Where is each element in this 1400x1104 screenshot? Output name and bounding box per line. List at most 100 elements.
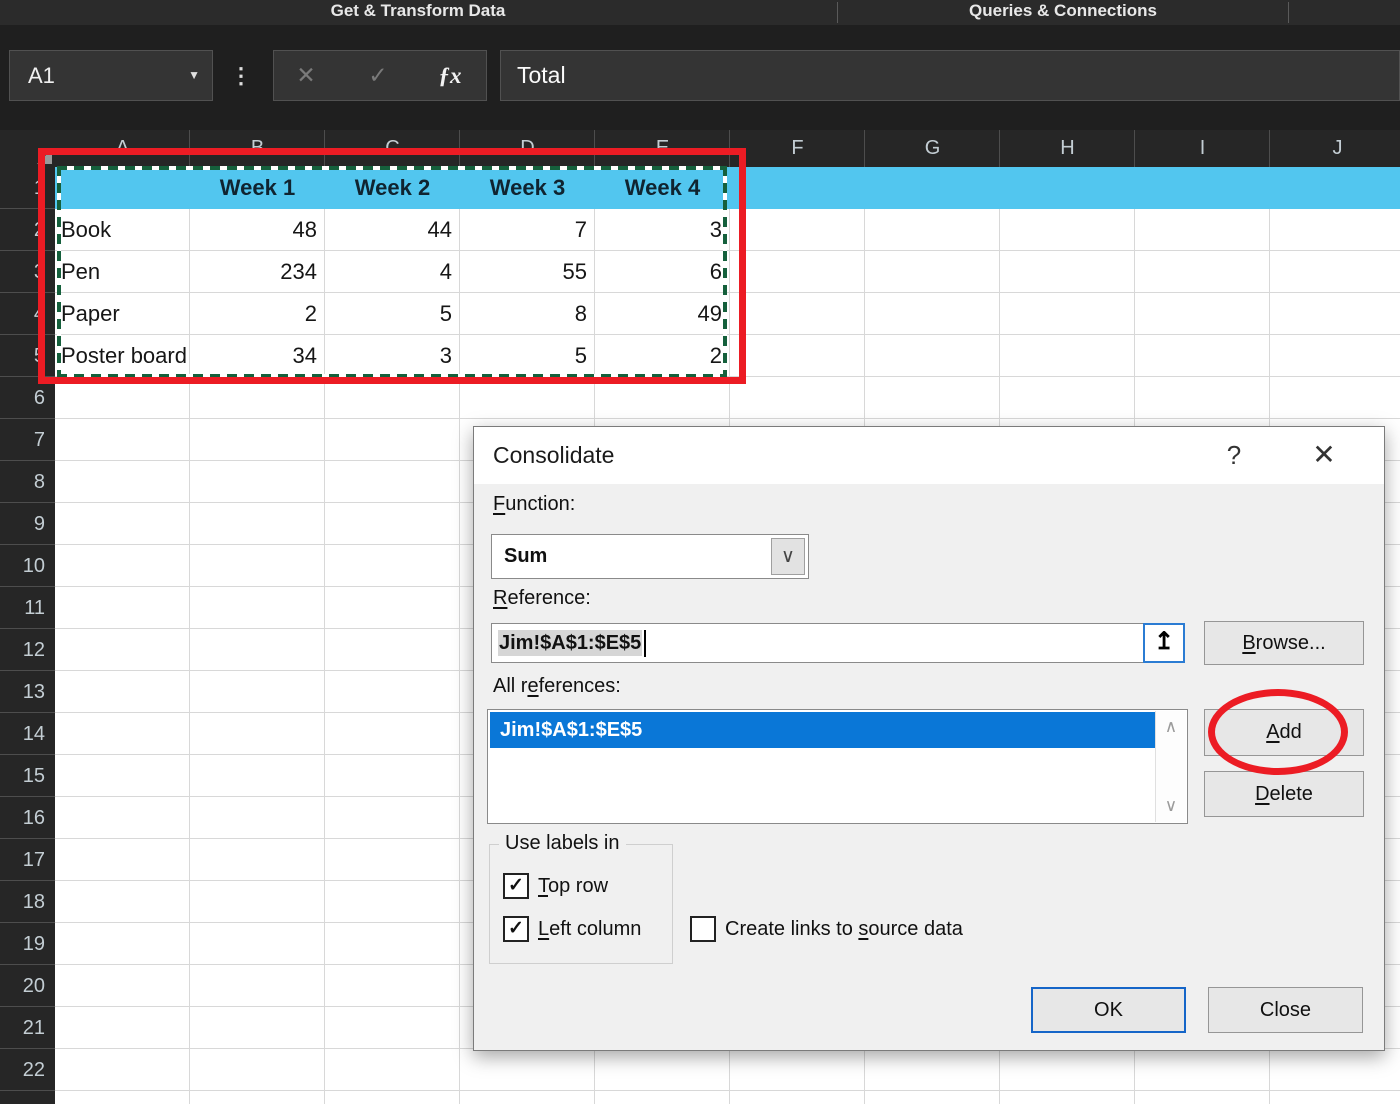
more-options-icon[interactable]: ⋮ [230, 50, 248, 101]
column-header-F[interactable]: F [730, 130, 865, 167]
top-row-label[interactable]: Top row [538, 873, 608, 899]
top-chrome: Get & Transform Data Queries & Connectio… [0, 0, 1400, 130]
row-header-12[interactable]: 12 [0, 629, 55, 671]
row-header-5[interactable]: 5 [0, 335, 55, 377]
cell-item-label[interactable]: Pen [57, 251, 190, 293]
cell-week-header[interactable]: Week 4 [595, 167, 730, 209]
row-header-6[interactable]: 6 [0, 377, 55, 419]
formula-bar-input[interactable]: Total [500, 50, 1400, 101]
reference-list-item[interactable]: Jim!$A$1:$E$5 [490, 712, 1155, 748]
left-column-label[interactable]: Left column [538, 916, 641, 942]
name-box-dropdown-icon[interactable]: ▼ [188, 51, 200, 100]
close-button[interactable]: Close [1208, 987, 1363, 1033]
row-header-19[interactable]: 19 [0, 923, 55, 965]
top-row-checkbox[interactable]: ✓ [503, 873, 529, 899]
column-header-B[interactable]: B [190, 130, 325, 167]
cell-week-header[interactable]: Week 2 [325, 167, 460, 209]
row-header-4[interactable]: 4 [0, 293, 55, 335]
function-combobox[interactable]: Sum ∨ [491, 534, 809, 579]
row-header-22[interactable]: 22 [0, 1049, 55, 1091]
cell-item-label[interactable]: Book [57, 209, 190, 251]
row-header-14[interactable]: 14 [0, 713, 55, 755]
row-header-11[interactable]: 11 [0, 587, 55, 629]
create-links-label[interactable]: Create links to source data [725, 916, 963, 942]
row-header-20[interactable]: 20 [0, 965, 55, 1007]
row-header-21[interactable]: 21 [0, 1007, 55, 1049]
cell-value[interactable]: 5 [325, 293, 460, 335]
browse-button[interactable]: Browse... [1204, 621, 1364, 665]
consolidate-dialog: Consolidate ? ✕ Function: Sum ∨ Referenc… [473, 426, 1385, 1051]
ribbon-group-get-transform-data: Get & Transform Data [331, 1, 506, 21]
formula-buttons-panel: ✕ ✓ ƒx [273, 50, 487, 101]
cell-value[interactable]: 6 [595, 251, 730, 293]
cell-value[interactable]: 2 [190, 293, 325, 335]
select-all-corner[interactable] [0, 130, 55, 167]
cell-value[interactable]: 49 [595, 293, 730, 335]
row-header-9[interactable]: 9 [0, 503, 55, 545]
column-header-J[interactable]: J [1270, 130, 1400, 167]
cell-value[interactable]: 8 [460, 293, 595, 335]
cell-value[interactable]: 48 [190, 209, 325, 251]
cell-value[interactable]: 44 [325, 209, 460, 251]
insert-function-icon[interactable]: ƒx [430, 51, 470, 100]
listbox-scrollbar[interactable]: ∧ ∨ [1155, 711, 1186, 822]
use-labels-group-label: Use labels in [499, 832, 626, 855]
cell-item-label[interactable]: Paper [57, 293, 190, 335]
scroll-down-icon[interactable]: ∨ [1156, 796, 1186, 816]
column-header-H[interactable]: H [1000, 130, 1135, 167]
create-links-checkbox[interactable] [690, 916, 716, 942]
row-header-3[interactable]: 3 [0, 251, 55, 293]
column-header-G[interactable]: G [865, 130, 1000, 167]
column-header-E[interactable]: E [595, 130, 730, 167]
row-header-17[interactable]: 17 [0, 839, 55, 881]
formula-bar-value: Total [517, 51, 566, 100]
cell-week-header[interactable]: Week 1 [190, 167, 325, 209]
row-header-10[interactable]: 10 [0, 545, 55, 587]
cell-value[interactable]: 3 [595, 209, 730, 251]
cell-value[interactable]: 3 [325, 335, 460, 377]
cell-value[interactable]: 5 [460, 335, 595, 377]
cell-value[interactable]: 7 [460, 209, 595, 251]
row-header-13[interactable]: 13 [0, 671, 55, 713]
cell-value[interactable]: 4 [325, 251, 460, 293]
scroll-up-icon[interactable]: ∧ [1156, 717, 1186, 737]
close-icon[interactable]: ✕ [1304, 435, 1344, 475]
cell-value[interactable]: 34 [190, 335, 325, 377]
enter-icon[interactable]: ✓ [358, 51, 398, 100]
excel-window: Get & Transform Data Queries & Connectio… [0, 0, 1400, 1104]
column-header-A[interactable]: A [55, 130, 190, 167]
ok-button[interactable]: OK [1031, 987, 1186, 1033]
dialog-titlebar[interactable]: Consolidate ? ✕ [474, 427, 1384, 484]
row-header-2[interactable]: 2 [0, 209, 55, 251]
row-header-18[interactable]: 18 [0, 881, 55, 923]
row-header-23[interactable]: 23 [0, 1091, 55, 1104]
reference-input[interactable]: Jim!$A$1:$E$5 ↥ [491, 623, 1185, 663]
cell-item-label[interactable]: Poster board [57, 335, 190, 377]
column-header-D[interactable]: D [460, 130, 595, 167]
row-header-8[interactable]: 8 [0, 461, 55, 503]
row-header-1[interactable]: 1 [0, 167, 55, 209]
help-icon[interactable]: ? [1216, 437, 1252, 473]
column-header-C[interactable]: C [325, 130, 460, 167]
column-header-I[interactable]: I [1135, 130, 1270, 167]
cell-value[interactable]: 234 [190, 251, 325, 293]
cell-week-header[interactable]: Week 3 [460, 167, 595, 209]
left-column-checkbox[interactable]: ✓ [503, 916, 529, 942]
references-listbox[interactable]: ∧ ∨ Jim!$A$1:$E$5 [487, 709, 1188, 824]
row-header-15[interactable]: 15 [0, 755, 55, 797]
chevron-down-icon[interactable]: ∨ [771, 538, 805, 575]
row-header-16[interactable]: 16 [0, 797, 55, 839]
cell-value[interactable]: 55 [460, 251, 595, 293]
column-headers: ABCDEFGHIJ [55, 130, 1400, 167]
text-caret [644, 630, 646, 657]
row-header-7[interactable]: 7 [0, 419, 55, 461]
ribbon-group-strip: Get & Transform Data Queries & Connectio… [0, 0, 1400, 25]
cancel-icon[interactable]: ✕ [286, 51, 326, 100]
function-value: Sum [504, 535, 547, 578]
add-button[interactable]: Add [1204, 709, 1364, 756]
collapse-dialog-icon[interactable]: ↥ [1143, 623, 1185, 663]
name-box[interactable]: A1 ▼ [9, 50, 213, 101]
delete-button[interactable]: Delete [1204, 771, 1364, 817]
cell-value[interactable]: 2 [595, 335, 730, 377]
ribbon-group-separator [837, 2, 838, 23]
